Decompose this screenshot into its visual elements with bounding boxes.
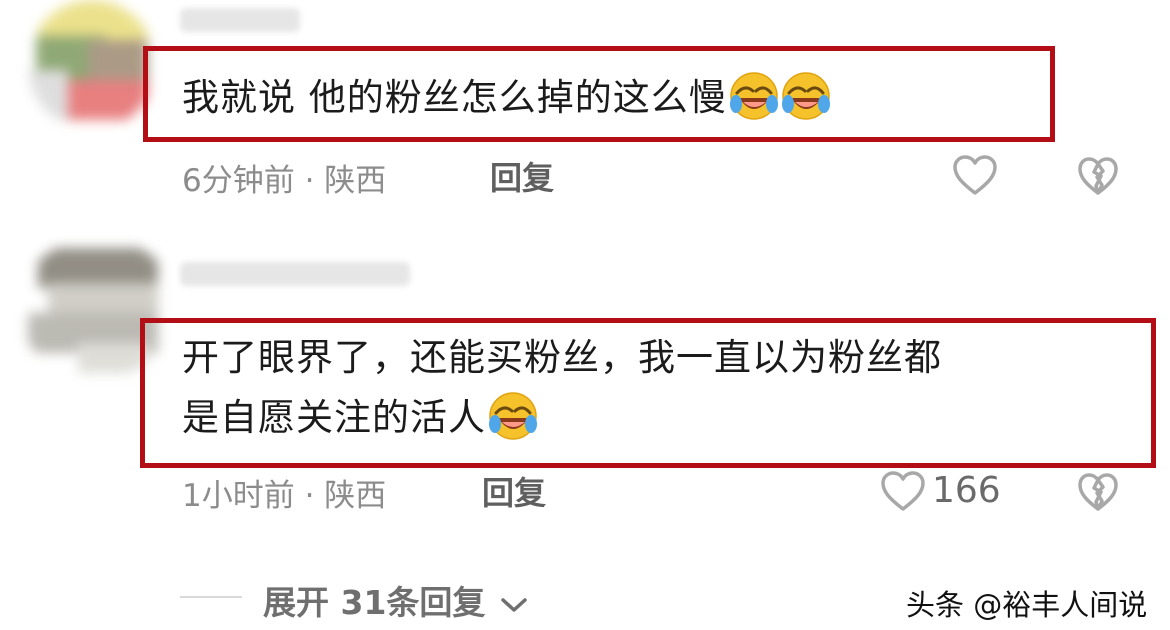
divider-line: [180, 596, 242, 598]
like-count: 166: [932, 470, 1001, 511]
comment-text-line: 我就说 他的粉丝怎么掉的这么慢: [182, 76, 727, 119]
comment-text: 开了眼界了，还能买粉丝，我一直以为粉丝都 是自愿关注的活人: [182, 328, 942, 448]
chevron-down-icon: [501, 597, 527, 612]
avatar[interactable]: [28, 0, 156, 130]
heart-outline-icon[interactable]: [880, 470, 926, 512]
expand-replies-button[interactable]: 展开 31条回复: [263, 576, 529, 624]
comment-text: 我就说 他的粉丝怎么掉的这么慢: [182, 68, 831, 128]
comment-text-line: 开了眼界了，还能买粉丝，我一直以为粉丝都: [182, 336, 942, 379]
laughing-tears-emoji: [781, 71, 830, 120]
comment-time-location: 6分钟前 · 陕西: [182, 163, 387, 199]
watermark: 头条 @裕丰人间说: [906, 588, 1148, 622]
expand-replies-label: 展开 31条回复: [263, 583, 486, 622]
commenter-name-blurred: [180, 262, 410, 286]
heart-outline-icon[interactable]: [952, 154, 998, 196]
commenter-name-blurred: [180, 8, 300, 32]
reply-button[interactable]: 回复: [482, 468, 546, 514]
reply-button[interactable]: 回复: [490, 153, 554, 199]
broken-heart-icon[interactable]: [1077, 156, 1119, 196]
laughing-tears-emoji: [729, 71, 778, 120]
comment-time-location: 1小时前 · 陕西: [182, 478, 387, 514]
comment-text-line: 是自愿关注的活人: [182, 396, 486, 439]
broken-heart-icon[interactable]: [1077, 472, 1119, 512]
laughing-tears-emoji: [489, 391, 537, 440]
